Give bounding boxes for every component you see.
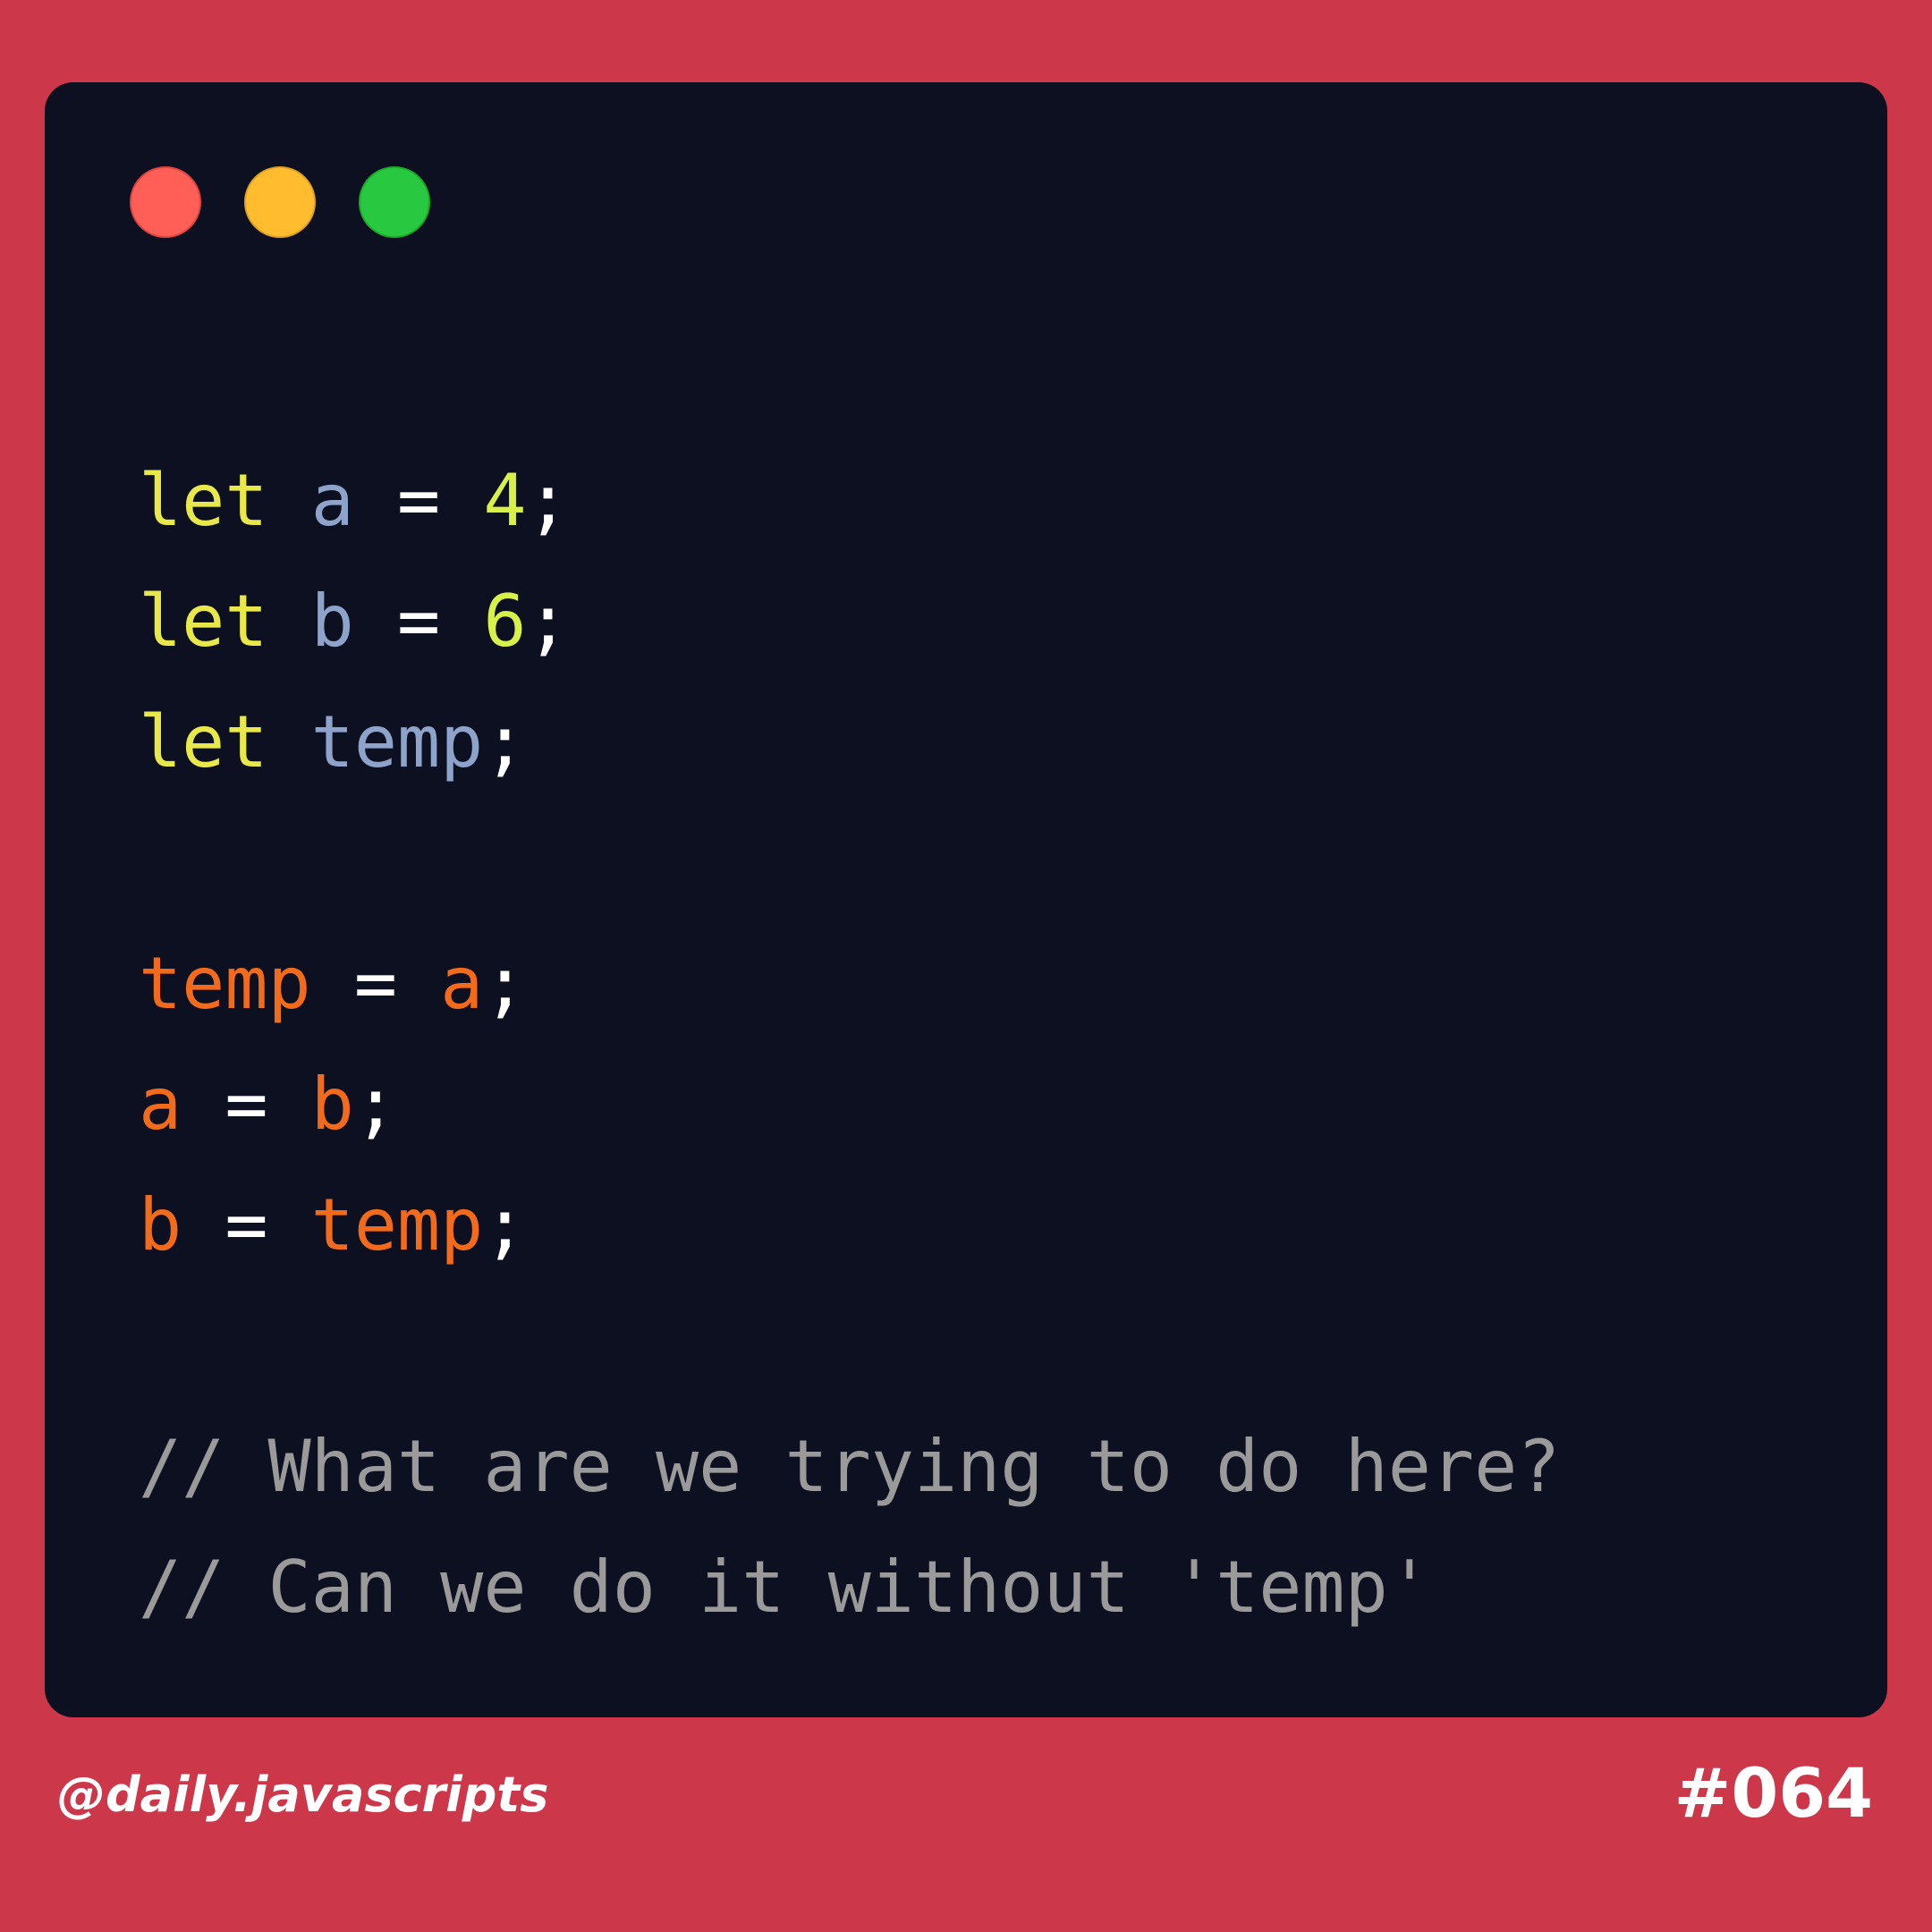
close-button[interactable] bbox=[130, 166, 201, 238]
code-token: = bbox=[353, 459, 484, 542]
code-line: let temp; bbox=[139, 682, 1560, 802]
code-block: let a = 4; let b = 6; let temp; temp = a; a … bbox=[139, 440, 1560, 1648]
code-token: // Can we do it without 'temp' bbox=[139, 1546, 1431, 1629]
code-token: ; bbox=[483, 1183, 527, 1267]
code-token: temp bbox=[310, 1183, 484, 1267]
code-token: ; bbox=[526, 580, 570, 663]
code-token: b bbox=[310, 580, 354, 663]
code-token: 4 bbox=[483, 459, 527, 542]
code-line: b = temp; bbox=[139, 1165, 1560, 1285]
code-line: temp = a; bbox=[139, 923, 1560, 1044]
code-token: ; bbox=[353, 1063, 398, 1146]
code-token: ; bbox=[526, 459, 570, 542]
code-token: temp bbox=[310, 700, 484, 784]
maximize-button[interactable] bbox=[359, 166, 430, 238]
code-token: a bbox=[440, 942, 484, 1025]
code-token: = bbox=[353, 580, 484, 663]
code-line: let b = 6; bbox=[139, 561, 1560, 682]
code-token: ; bbox=[483, 700, 527, 784]
account-handle: @daily.javascripts bbox=[57, 1767, 549, 1823]
code-token: let bbox=[139, 700, 268, 784]
code-token: 6 bbox=[483, 580, 527, 663]
code-token: a bbox=[310, 459, 354, 542]
code-token: // What are we trying to do here? bbox=[139, 1425, 1561, 1508]
window-controls bbox=[130, 166, 430, 238]
code-token: let bbox=[139, 580, 268, 663]
code-line: let a = 4; bbox=[139, 440, 1560, 561]
code-token: b bbox=[139, 1183, 182, 1267]
code-token: temp bbox=[139, 942, 311, 1025]
code-line: a = b; bbox=[139, 1044, 1560, 1165]
minimize-button[interactable] bbox=[244, 166, 316, 238]
code-line: // Can we do it without 'temp' bbox=[139, 1527, 1560, 1648]
code-token: = bbox=[310, 942, 441, 1025]
code-token: = bbox=[182, 1183, 311, 1267]
code-token: a bbox=[139, 1063, 182, 1146]
code-token: let bbox=[139, 459, 268, 542]
code-line: // What are we trying to do here? bbox=[139, 1406, 1560, 1527]
post-number: #064 bbox=[1674, 1753, 1873, 1833]
code-token: = bbox=[182, 1063, 311, 1146]
code-window: let a = 4; let b = 6; let temp; temp = a; a … bbox=[45, 82, 1887, 1717]
code-token: ; bbox=[483, 942, 527, 1025]
code-token: b bbox=[310, 1063, 354, 1146]
